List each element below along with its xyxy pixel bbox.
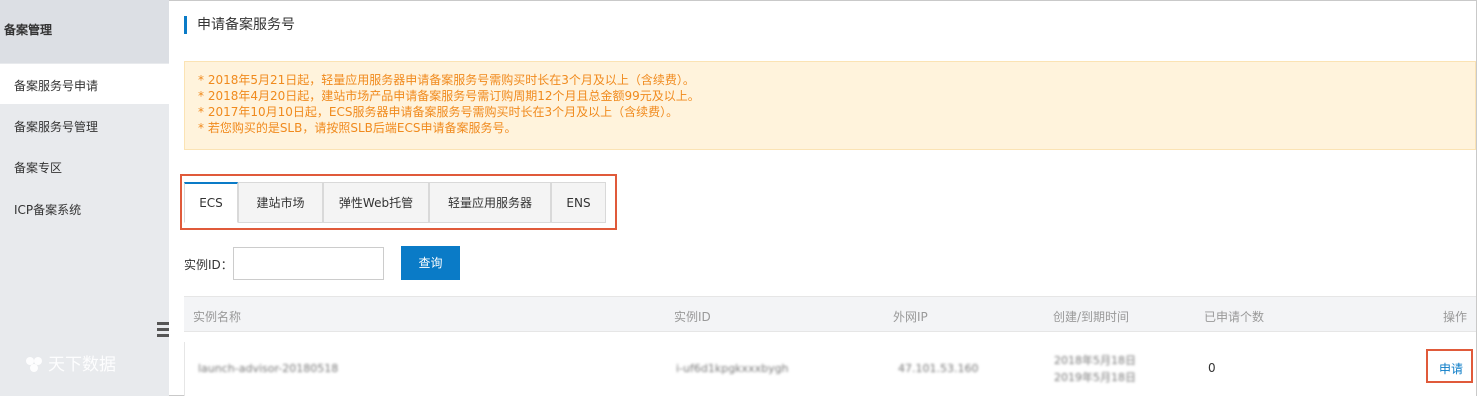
- sidebar-item-filing-zone[interactable]: 备案专区: [0, 146, 169, 186]
- notice-line: * 若您购买的是SLB，请按照SLB后端ECS申请备案服务号。: [198, 121, 517, 135]
- notice-box: * 2018年5月21日起，轻量应用服务器申请备案服务号需购买时长在3个月及以上…: [184, 61, 1476, 150]
- table-row: launch-advisor-20180518 i-uf6d1kpgkxxxby…: [184, 332, 1476, 396]
- query-button[interactable]: 查询: [401, 246, 460, 280]
- cell-expire-time: 2019年5月18日: [1054, 371, 1136, 384]
- sidebar-item-icp-system[interactable]: ICP备案系统: [0, 188, 169, 228]
- watermark-logo-icon: [26, 357, 42, 372]
- sidebar-item-label: 备案专区: [14, 161, 63, 175]
- table-header: 实例名称 实例ID 外网IP 创建/到期时间 已申请个数 操作: [184, 296, 1476, 332]
- page-title: 申请备案服务号: [184, 16, 295, 34]
- instance-id-input[interactable]: [233, 247, 384, 280]
- sidebar-item-service-manage[interactable]: 备案服务号管理: [0, 105, 169, 145]
- sidebar-header: 备案管理: [0, 0, 169, 63]
- cell-created-time: 2018年5月18日: [1054, 354, 1136, 367]
- sidebar-item-label: 备案服务号管理: [14, 120, 99, 134]
- tab-lightweight-server[interactable]: 轻量应用服务器: [429, 182, 551, 223]
- th-action: 操作: [1443, 310, 1468, 324]
- row-border: [184, 342, 185, 396]
- th-instance-name: 实例名称: [193, 310, 242, 324]
- notice-line: * 2018年4月20日起，建站市场产品申请备案服务号需订购周期12个月且总金额…: [198, 89, 700, 103]
- watermark-text: 天下数据: [48, 355, 116, 375]
- cell-instance-name: launch-advisor-20180518: [198, 362, 339, 375]
- apply-link[interactable]: 申请: [1439, 360, 1463, 377]
- main-content: 申请备案服务号 * 2018年5月21日起，轻量应用服务器申请备案服务号需购买时…: [170, 0, 1476, 396]
- th-instance-id: 实例ID: [674, 310, 711, 324]
- collapse-handle-icon[interactable]: [157, 322, 169, 342]
- tab-site-market[interactable]: 建站市场: [238, 182, 323, 223]
- tab-ecs[interactable]: ECS: [184, 182, 238, 223]
- tab-ens[interactable]: ENS: [551, 182, 606, 223]
- sidebar-header-label: 备案管理: [4, 23, 53, 37]
- notice-line: * 2017年10月10日起，ECS服务器申请备案服务号需购买时长在3个月及以上…: [198, 105, 679, 119]
- sidebar-item-label: 备案服务号申请: [14, 79, 99, 93]
- th-public-ip: 外网IP: [893, 310, 928, 324]
- cell-public-ip: 47.101.53.160: [898, 362, 979, 375]
- cell-applied-count: 0: [1208, 361, 1216, 375]
- watermark: 天下数据: [24, 350, 116, 375]
- sidebar: 备案管理 备案服务号申请 备案服务号管理 备案专区 ICP备案系统 天下数据: [0, 0, 169, 396]
- tab-web-hosting[interactable]: 弹性Web托管: [323, 182, 429, 223]
- notice-line: * 2018年5月21日起，轻量应用服务器申请备案服务号需购买时长在3个月及以上…: [198, 73, 695, 87]
- th-applied-count: 已申请个数: [1204, 310, 1265, 324]
- cell-instance-id: i-uf6d1kpgkxxxbygh: [676, 362, 789, 375]
- th-create-expire-time: 创建/到期时间: [1053, 310, 1130, 324]
- instance-id-label: 实例ID：: [184, 258, 233, 272]
- sidebar-item-service-apply[interactable]: 备案服务号申请: [0, 64, 169, 104]
- sidebar-item-label: ICP备案系统: [14, 203, 82, 217]
